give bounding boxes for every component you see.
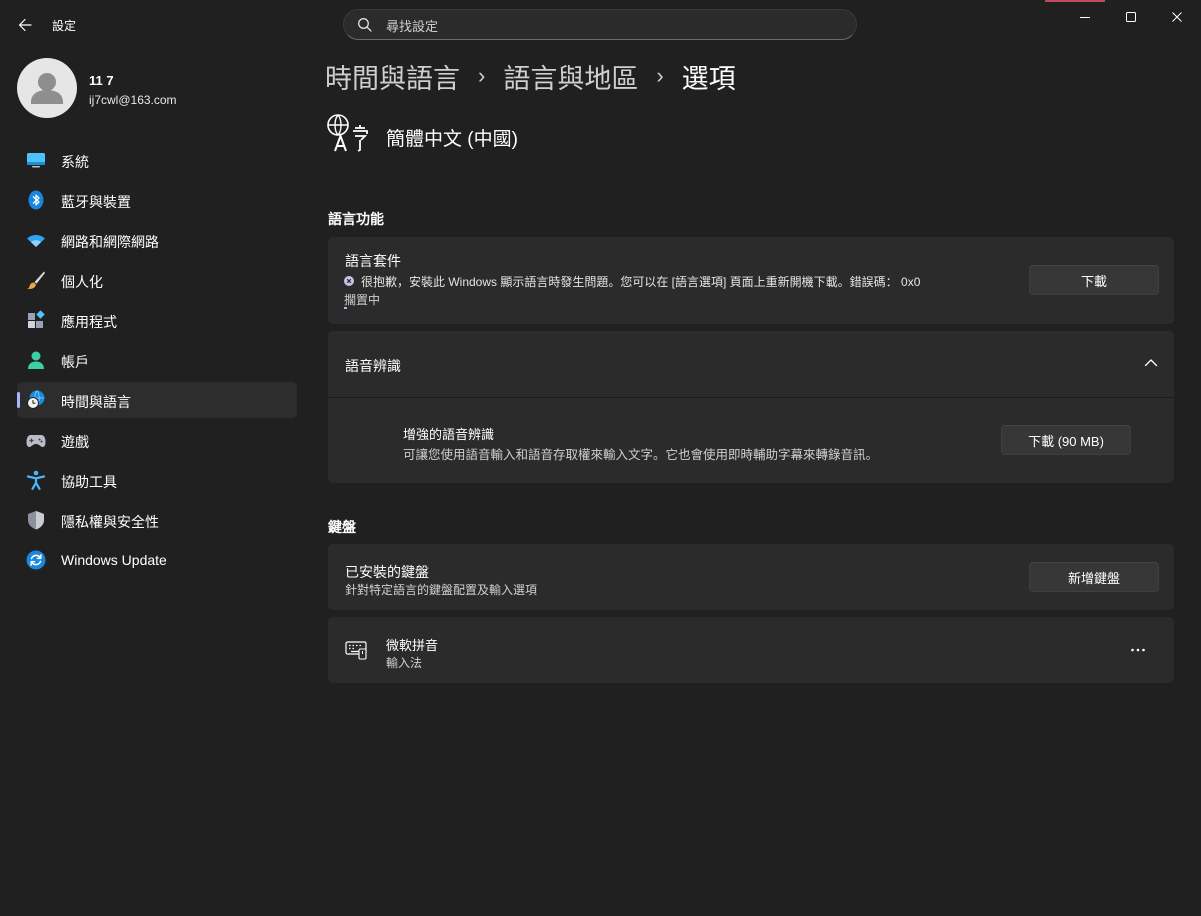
close-icon [1172, 12, 1182, 22]
progress-bar [344, 307, 347, 309]
more-icon [1131, 648, 1145, 652]
app-title: 設定 [52, 19, 77, 33]
maximize-icon [1126, 12, 1136, 22]
maximize-button[interactable] [1108, 0, 1154, 34]
chevron-right-icon: › [478, 62, 486, 88]
user-avatar-icon [31, 73, 63, 104]
wifi-icon [27, 234, 45, 247]
sidebar-item-label: 系統 [61, 154, 89, 170]
language-pack-title: 語言套件 [345, 253, 401, 269]
settings-window: 設定 11 7 ij7cwl@163.com 系統 [0, 0, 1201, 916]
sidebar-item-accessibility[interactable]: 協助工具 [17, 462, 297, 498]
gamepad-icon [26, 435, 46, 447]
installed-keyboards-title: 已安裝的鍵盤 [345, 564, 429, 580]
system-icon [27, 153, 45, 168]
search-box[interactable] [343, 9, 857, 40]
sidebar-item-label: 協助工具 [61, 474, 117, 490]
keyboard-item: 微軟拼音 輸入法 [328, 617, 1174, 683]
speech-recognition-title: 語音辨識 [345, 358, 401, 374]
windows-update-icon [26, 550, 46, 570]
sidebar-item-system[interactable]: 系統 [17, 142, 297, 178]
back-button[interactable] [12, 12, 38, 38]
sidebar-item-gaming[interactable]: 遊戲 [17, 422, 297, 458]
keyboard-name: 微軟拼音 [386, 638, 439, 653]
more-options-button[interactable] [1124, 636, 1152, 664]
search-input[interactable] [384, 15, 828, 37]
download-speech-button[interactable]: 下載 (90 MB) [1001, 425, 1131, 455]
page-title: 選項 [681, 64, 736, 94]
pack-status: 擱置中 [344, 293, 381, 307]
search-icon [358, 18, 372, 32]
sidebar-item-windows-update[interactable]: Windows Update [17, 542, 297, 578]
sidebar-item-privacy[interactable]: 隱私權與安全性 [17, 502, 297, 538]
user-name: 11 7 [89, 73, 114, 88]
sidebar-item-label: 帳戶 [61, 354, 89, 370]
section-title-keyboard: 鍵盤 [328, 519, 356, 535]
breadcrumb: 時間與語言 › 語言與地區 › 選項 [325, 57, 736, 96]
active-indicator [17, 392, 20, 408]
keyboard-icon [345, 641, 367, 660]
installed-keyboards-description: 針對特定語言的鍵盤配置及輸入選項 [345, 583, 538, 597]
shield-icon [28, 511, 44, 530]
time-language-icon [27, 390, 45, 409]
sidebar-item-label: 個人化 [61, 274, 103, 290]
sidebar-item-label: 隱私權與安全性 [61, 514, 159, 530]
installed-keyboards-card: 已安裝的鍵盤 針對特定語言的鍵盤配置及輸入選項 新增鍵盤 [328, 544, 1174, 610]
enhanced-speech-title: 增強的語音辨識 [403, 427, 495, 442]
bluetooth-icon [28, 190, 44, 210]
error-message: 很抱歉，安裝此 Windows 顯示語言時發生問題。您可以在 [語言選項] 頁面… [361, 275, 921, 289]
download-language-pack-button[interactable]: 下載 [1029, 265, 1159, 295]
sidebar-item-apps[interactable]: 應用程式 [17, 302, 297, 338]
sidebar-item-network[interactable]: 網路和網際網路 [17, 222, 297, 258]
sidebar-item-bluetooth[interactable]: 藍牙與裝置 [17, 182, 297, 218]
close-button[interactable] [1154, 0, 1200, 34]
account-icon [28, 351, 44, 369]
sidebar-item-label: Windows Update [61, 552, 167, 568]
add-keyboard-button[interactable]: 新增鍵盤 [1029, 562, 1159, 592]
brush-icon [27, 271, 45, 289]
accessibility-icon [26, 470, 46, 490]
error-icon [344, 276, 354, 286]
sidebar-item-label: 應用程式 [61, 314, 117, 330]
keyboard-type: 輸入法 [386, 656, 423, 670]
enhanced-speech-card: 增強的語音辨識 可讓您使用語音輸入和語音存取權來輸入文字。它也會使用即時輔助字幕… [328, 398, 1174, 483]
sidebar-item-label: 時間與語言 [61, 394, 131, 410]
language-icon [327, 114, 368, 152]
sidebar-item-personalization[interactable]: 個人化 [17, 262, 297, 298]
sidebar-item-label: 網路和網際網路 [61, 234, 159, 250]
minimize-icon [1080, 17, 1090, 18]
speech-recognition-header[interactable]: 語音辨識 [328, 331, 1174, 397]
chevron-right-icon: › [656, 62, 664, 88]
breadcrumb-item-time-language[interactable]: 時間與語言 [325, 57, 460, 96]
sidebar-item-accounts[interactable]: 帳戶 [17, 342, 297, 378]
back-arrow-icon [18, 18, 32, 32]
sidebar-item-label: 藍牙與裝置 [61, 194, 131, 210]
sidebar-item-label: 遊戲 [61, 434, 89, 450]
breadcrumb-item-language-region[interactable]: 語言與地區 [503, 57, 638, 96]
chevron-up-icon[interactable] [1144, 358, 1158, 368]
apps-icon [28, 310, 45, 328]
sidebar-item-time-language[interactable]: 時間與語言 [17, 382, 297, 418]
minimize-button[interactable] [1062, 0, 1108, 34]
avatar[interactable] [17, 58, 77, 118]
section-title-language-features: 語言功能 [328, 211, 384, 227]
enhanced-speech-description: 可讓您使用語音輸入和語音存取權來輸入文字。它也會使用即時輔助字幕來轉錄音訊。 [403, 448, 879, 462]
sidebar-nav: 系統 藍牙與裝置 網路和網際網路 個人化 應用程式 帳戶 時間與語言 遊戲 協助… [17, 142, 297, 582]
language-title: 簡體中文 (中國) [386, 129, 518, 150]
user-email: ij7cwl@163.com [89, 93, 177, 107]
